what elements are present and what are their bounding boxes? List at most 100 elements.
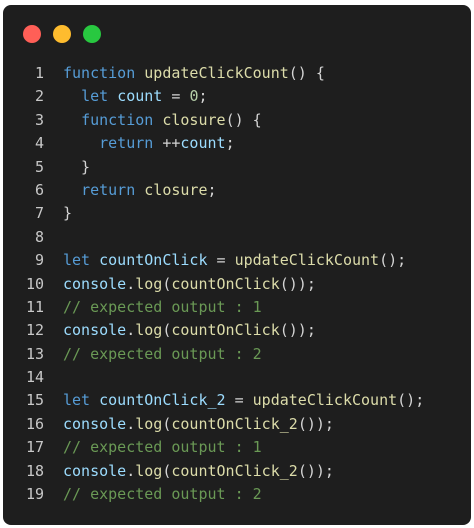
code-line: 10 console.log(countOnClick()); xyxy=(3,273,471,296)
code-token: closure xyxy=(144,180,208,199)
code-token: count xyxy=(180,134,226,153)
code-token: . xyxy=(126,321,136,340)
code-token: // expected output : 2 xyxy=(63,485,262,504)
code-text: return ++count; xyxy=(63,132,234,155)
code-token: ()); xyxy=(297,414,334,433)
line-number: 18 xyxy=(25,461,44,480)
code-token: updateClickCount xyxy=(252,391,398,410)
code-line: 4 return ++count; xyxy=(3,132,471,155)
line-number: 15 xyxy=(25,391,44,410)
code-token: ()); xyxy=(279,274,316,293)
line-number: 3 xyxy=(34,110,44,129)
code-token: . xyxy=(126,414,136,433)
line-number: 8 xyxy=(34,227,44,246)
code-token: countOnClick_2 xyxy=(171,414,298,433)
code-text: function updateClickCount() { xyxy=(63,62,325,85)
line-number: 6 xyxy=(34,180,44,199)
line-number: 19 xyxy=(25,485,44,504)
code-token: let xyxy=(81,87,109,106)
code-line: 19 // expected output : 2 xyxy=(3,483,471,506)
code-text: function closure() { xyxy=(63,109,262,132)
code-token: // expected output : 2 xyxy=(63,344,262,363)
line-number: 4 xyxy=(34,134,44,153)
code-text: } xyxy=(63,156,90,179)
code-editor: 1 function updateClickCount() {2 let coun… xyxy=(3,62,471,506)
line-number: 10 xyxy=(25,274,44,293)
code-token: console xyxy=(63,274,127,293)
code-token: // expected output : 1 xyxy=(63,438,262,457)
code-token: count xyxy=(117,87,163,106)
code-text: let countOnClick_2 = updateClickCount(); xyxy=(63,389,424,412)
code-text: // expected output : 2 xyxy=(63,483,262,506)
code-token: closure xyxy=(162,110,226,129)
line-number: 7 xyxy=(34,204,44,223)
code-token: function xyxy=(63,64,136,82)
code-text: // expected output : 1 xyxy=(63,436,262,459)
code-token: ; xyxy=(198,87,208,106)
code-text: } xyxy=(63,202,72,225)
code-text: console.log(countOnClick_2()); xyxy=(63,460,334,483)
code-token: . xyxy=(126,461,136,480)
line-number: 16 xyxy=(25,414,44,433)
code-text: return closure; xyxy=(63,179,216,202)
code-text: let countOnClick = updateClickCount(); xyxy=(63,249,406,272)
code-token: = xyxy=(162,87,190,106)
line-number: 5 xyxy=(34,157,44,176)
code-line: 6 return closure; xyxy=(3,179,471,202)
code-token: // expected output : 1 xyxy=(63,297,262,316)
code-token: return xyxy=(99,134,154,153)
code-line: 17 // expected output : 1 xyxy=(3,436,471,459)
code-line: 16 console.log(countOnClick_2()); xyxy=(3,413,471,436)
close-window-icon[interactable] xyxy=(23,25,41,43)
code-line: 18 console.log(countOnClick_2()); xyxy=(3,460,471,483)
code-token: = xyxy=(225,391,253,410)
code-token: ()); xyxy=(279,321,316,340)
code-token: . xyxy=(126,274,136,293)
maximize-window-icon[interactable] xyxy=(83,25,101,43)
code-line: 2 let count = 0; xyxy=(3,85,471,108)
code-token: log xyxy=(135,274,163,293)
code-line: 9 let countOnClick = updateClickCount(); xyxy=(3,249,471,272)
line-number: 17 xyxy=(25,438,44,457)
line-number: 2 xyxy=(34,87,44,106)
line-number: 12 xyxy=(25,321,44,340)
code-text: // expected output : 1 xyxy=(63,296,262,319)
code-token: log xyxy=(135,321,163,340)
code-window: 1 function updateClickCount() {2 let coun… xyxy=(3,5,471,525)
code-text: console.log(countOnClick()); xyxy=(63,319,316,342)
code-line: 7} xyxy=(3,202,471,225)
code-token: let xyxy=(63,391,91,410)
code-token: () { xyxy=(225,110,262,129)
minimize-window-icon[interactable] xyxy=(53,25,71,43)
line-number: 14 xyxy=(25,368,44,387)
line-number: 1 xyxy=(34,64,44,82)
code-token: countOnClick xyxy=(99,251,208,270)
window-titlebar xyxy=(3,5,471,53)
code-text: console.log(countOnClick_2()); xyxy=(63,413,334,436)
code-token: (); xyxy=(379,251,407,270)
code-token: ++ xyxy=(153,134,181,153)
code-line: 13 // expected output : 2 xyxy=(3,343,471,366)
line-number: 13 xyxy=(25,344,44,363)
code-line: 3 function closure() { xyxy=(3,109,471,132)
code-token: countOnClick xyxy=(171,274,280,293)
code-token: () { xyxy=(288,64,325,82)
code-line: 1 function updateClickCount() { xyxy=(3,62,471,85)
code-token: updateClickCount xyxy=(234,251,380,270)
code-token: } xyxy=(63,157,91,176)
code-token: countOnClick_2 xyxy=(99,391,226,410)
code-line: 12 console.log(countOnClick()); xyxy=(3,319,471,342)
code-line: 11 // expected output : 1 xyxy=(3,296,471,319)
line-number: 11 xyxy=(25,297,44,316)
code-token: let xyxy=(63,251,91,270)
code-token: log xyxy=(135,414,163,433)
